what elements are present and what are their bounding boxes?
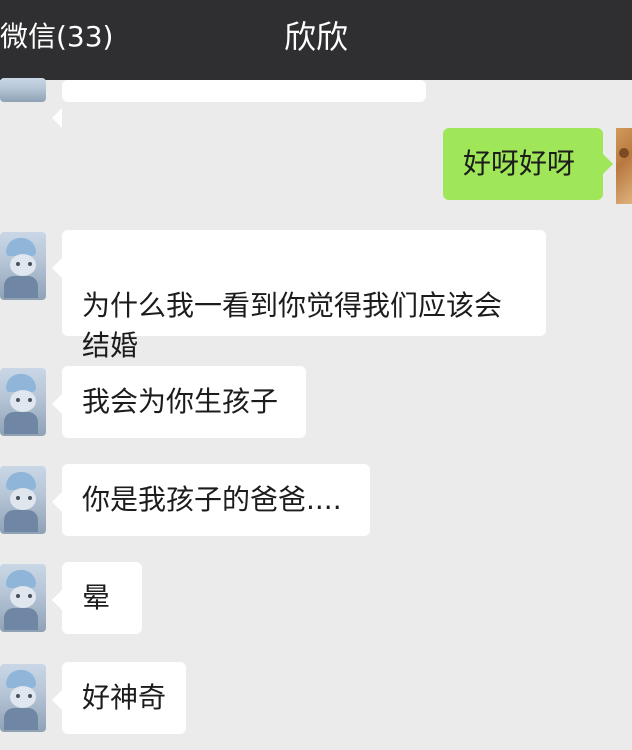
contact-avatar[interactable] [0, 78, 46, 102]
message-bubble[interactable]: 为什么我一看到你觉得我们应该会 结婚 [52, 230, 546, 362]
contact-avatar[interactable] [0, 466, 46, 534]
contact-avatar[interactable] [0, 232, 46, 300]
contact-avatar[interactable] [0, 664, 46, 732]
message-text: 好神奇 [82, 681, 167, 714]
contact-avatar[interactable] [0, 368, 46, 436]
message-bubble[interactable]: 你是我孩子的爸爸.... [52, 464, 370, 536]
my-avatar[interactable] [616, 128, 632, 204]
message-bubble[interactable]: 我会为你生孩子 [52, 366, 306, 438]
chat-header: 微信(33) 欣欣 [0, 0, 632, 80]
message-text: 好呀好呀 [463, 147, 576, 180]
message-bubble-outgoing[interactable]: 好呀好呀 [443, 128, 613, 200]
message-text: 我会为你生孩子 [82, 385, 279, 418]
message-bubble[interactable]: 晕 [52, 562, 142, 634]
message-text: 你是我孩子的爸爸.... [82, 483, 342, 516]
message-text: 晕 [82, 581, 111, 614]
message-bubble[interactable]: 好神奇 [52, 662, 186, 734]
message-text: 为什么我一看到你觉得我们应该会 结婚 [82, 289, 503, 362]
message-bubble[interactable] [52, 80, 426, 128]
chat-title: 欣欣 [283, 18, 348, 56]
contact-avatar[interactable] [0, 564, 46, 632]
